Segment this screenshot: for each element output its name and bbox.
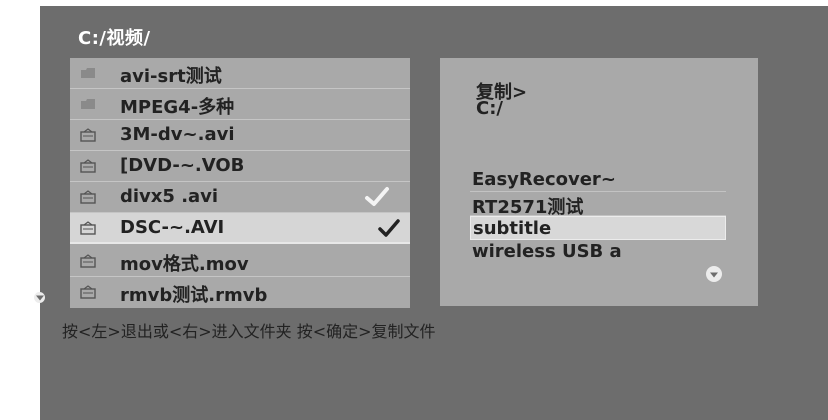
folder-item[interactable]: RT2571测试 xyxy=(470,192,726,218)
triangle-down-icon xyxy=(710,272,718,278)
scroll-down-icon[interactable] xyxy=(34,292,45,303)
folder-name: subtitle xyxy=(473,218,552,239)
scroll-down-icon[interactable] xyxy=(706,266,722,282)
file-name: divx5 .avi xyxy=(120,186,219,207)
folder-item-selected[interactable]: subtitle xyxy=(470,216,726,240)
destination-path: C:/ xyxy=(476,98,503,119)
file-copy-screen: C:/视频/ avi-srt测试 MPEG4-多种 3M-dv~.avi [DV… xyxy=(34,6,828,420)
triangle-down-icon xyxy=(35,295,44,301)
file-row[interactable]: MPEG4-多种 xyxy=(70,89,410,120)
key-hint: 按<左>退出或<右>进入文件夹 按<确定>复制文件 xyxy=(62,322,436,341)
folder-name: EasyRecover~ xyxy=(472,169,616,190)
file-name: avi-srt测试 xyxy=(120,66,222,87)
folder-item[interactable]: wireless USB a xyxy=(470,240,726,264)
copy-destination-panel: 复制> C:/ EasyRecover~ RT2571测试 subtitle w… xyxy=(440,58,758,306)
file-name: rmvb测试.rmvb xyxy=(120,285,268,306)
folder-icon xyxy=(81,68,95,78)
file-row[interactable]: mov格式.mov xyxy=(70,246,410,277)
file-name: mov格式.mov xyxy=(120,254,249,275)
file-row[interactable]: divx5 .avi xyxy=(70,182,410,213)
folder-item[interactable]: EasyRecover~ xyxy=(470,168,726,192)
file-name: MPEG4-多种 xyxy=(120,97,235,118)
file-row[interactable]: 3M-dv~.avi xyxy=(70,120,410,151)
video-file-icon xyxy=(80,190,96,204)
current-path: C:/视频/ xyxy=(78,28,151,49)
video-file-icon xyxy=(80,285,96,299)
folder-icon xyxy=(81,99,95,109)
video-file-icon xyxy=(80,221,96,235)
video-file-icon xyxy=(80,254,96,268)
file-row[interactable]: avi-srt测试 xyxy=(70,58,410,89)
file-name: 3M-dv~.avi xyxy=(120,124,235,145)
video-file-icon xyxy=(80,128,96,142)
video-file-icon xyxy=(80,159,96,173)
folder-name: wireless USB a xyxy=(472,241,622,262)
file-row[interactable]: [DVD-~.VOB xyxy=(70,151,410,182)
file-name: DSC-~.AVI xyxy=(120,217,225,238)
file-name: [DVD-~.VOB xyxy=(120,155,245,176)
checkmark-icon[interactable] xyxy=(364,186,390,208)
file-row-selected[interactable]: DSC-~.AVI xyxy=(70,213,410,244)
file-list-panel: avi-srt测试 MPEG4-多种 3M-dv~.avi [DVD-~.VOB xyxy=(70,58,410,308)
file-row[interactable]: rmvb测试.rmvb xyxy=(70,277,410,308)
checkmark-icon[interactable] xyxy=(376,217,402,239)
